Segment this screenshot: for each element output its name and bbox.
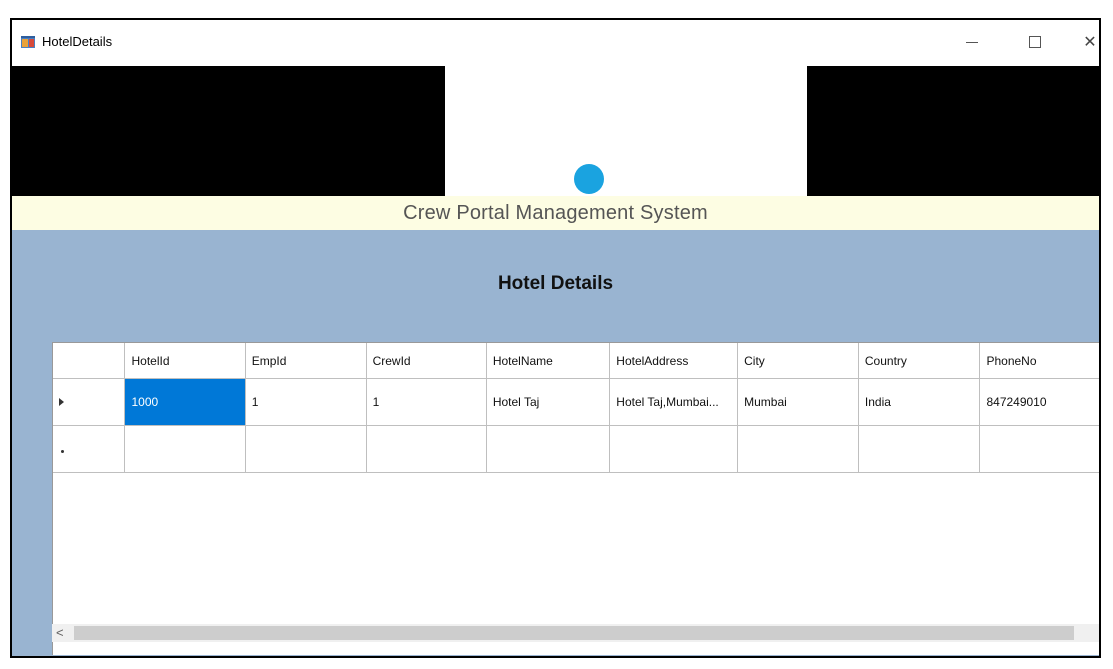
close-button[interactable]: ✕ xyxy=(1068,26,1099,58)
column-header-hotel-id[interactable]: HotelId xyxy=(124,343,246,379)
maximize-icon xyxy=(1029,36,1041,48)
title-bar: HotelDetails ✕ xyxy=(12,20,1099,66)
horizontal-scrollbar[interactable]: < xyxy=(52,624,1099,642)
column-header-phone-no[interactable]: PhoneNo xyxy=(979,343,1099,379)
new-cell-hotel-name[interactable] xyxy=(486,425,611,473)
cell-hotel-id[interactable]: 1000 xyxy=(124,378,246,426)
close-icon: ✕ xyxy=(1083,34,1097,51)
new-cell-crew-id[interactable] xyxy=(366,425,487,473)
new-cell-hotel-address[interactable] xyxy=(609,425,739,473)
system-title: Crew Portal Management System xyxy=(403,202,708,224)
page-title: Hotel Details xyxy=(497,273,614,294)
banner-right-panel xyxy=(807,66,1099,196)
scroll-left-arrow-icon[interactable]: < xyxy=(56,625,64,640)
new-cell-hotel-id[interactable] xyxy=(124,425,246,473)
row-header-current[interactable] xyxy=(53,378,126,426)
banner-center-panel xyxy=(445,66,807,196)
cell-hotel-name[interactable]: Hotel Taj xyxy=(486,378,611,426)
current-row-arrow-icon xyxy=(59,398,64,406)
new-cell-country[interactable] xyxy=(858,425,981,473)
cell-emp-id[interactable]: 1 xyxy=(245,378,367,426)
column-header-country[interactable]: Country xyxy=(858,343,981,379)
new-cell-emp-id[interactable] xyxy=(245,425,367,473)
maximize-button[interactable] xyxy=(1013,26,1057,58)
new-cell-city[interactable] xyxy=(737,425,859,473)
logo-circle-icon xyxy=(574,164,604,194)
minimize-icon xyxy=(966,41,978,43)
grid-header-row: HotelId EmpId CrewId HotelName HotelAddr… xyxy=(53,343,1099,379)
banner-left-panel xyxy=(12,66,445,196)
cell-phone-no[interactable]: 847249010 xyxy=(979,378,1099,426)
hotel-details-window: HotelDetails ✕ Crew Portal Management Sy… xyxy=(10,18,1101,658)
scrollbar-thumb[interactable] xyxy=(74,626,1074,640)
new-row-icon xyxy=(61,450,64,453)
column-header-crew-id[interactable]: CrewId xyxy=(366,343,487,379)
column-header-hotel-address[interactable]: HotelAddress xyxy=(609,343,739,379)
cell-hotel-address[interactable]: Hotel Taj,Mumbai... xyxy=(609,378,739,426)
new-row[interactable] xyxy=(53,425,1099,473)
hotel-data-grid[interactable]: HotelId EmpId CrewId HotelName HotelAddr… xyxy=(52,342,1099,655)
form-app-icon xyxy=(21,36,35,48)
cell-country[interactable]: India xyxy=(858,378,981,426)
row-header-new[interactable] xyxy=(53,425,126,473)
column-header-hotel-name[interactable]: HotelName xyxy=(486,343,611,379)
minimize-button[interactable] xyxy=(950,26,994,58)
window-title: HotelDetails xyxy=(42,34,113,49)
cell-crew-id[interactable]: 1 xyxy=(366,378,487,426)
new-cell-phone-no[interactable] xyxy=(979,425,1099,473)
column-header-city[interactable]: City xyxy=(737,343,859,379)
cell-city[interactable]: Mumbai xyxy=(737,378,859,426)
corner-header-cell[interactable] xyxy=(53,343,126,379)
column-header-emp-id[interactable]: EmpId xyxy=(245,343,367,379)
table-row[interactable]: 1000 1 1 Hotel Taj Hotel Taj,Mumbai... M… xyxy=(53,378,1099,426)
